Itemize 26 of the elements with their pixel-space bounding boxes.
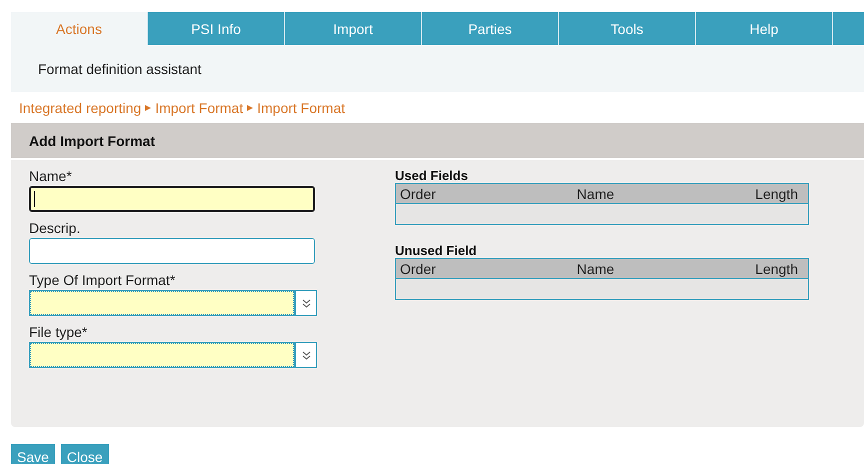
column-header: Length <box>755 260 798 276</box>
section-header: Add Import Format <box>11 123 864 158</box>
menu-tab[interactable]: Actions <box>11 12 148 45</box>
select-field[interactable] <box>29 290 317 316</box>
action-button[interactable]: Close <box>60 444 109 464</box>
select-field[interactable] <box>29 342 317 368</box>
table-title: Used Fields <box>395 168 469 183</box>
submenu-link[interactable]: Format definition assistant <box>38 60 202 76</box>
column-header: Order <box>400 186 436 202</box>
action-button[interactable]: Save <box>11 444 55 464</box>
field-label: Name* <box>29 168 73 184</box>
column-header: Name <box>576 260 614 276</box>
table-title: Unused Field <box>395 243 478 258</box>
field-label: Type Of Import Format* <box>29 272 176 288</box>
breadcrumb-link[interactable]: Import Format <box>155 100 244 116</box>
chevron-down-icon <box>302 298 310 308</box>
breadcrumb-link[interactable]: Import Format <box>257 100 346 116</box>
column-header: Name <box>576 186 614 202</box>
breadcrumb-separator-icon <box>247 105 254 111</box>
breadcrumb-link[interactable]: Integrated reporting <box>19 100 142 116</box>
column-header: Order <box>400 260 436 276</box>
chevron-down-icon <box>302 350 310 360</box>
field-label: Descrip. <box>29 220 82 236</box>
breadcrumb-separator-icon <box>145 105 152 111</box>
column-header: Length <box>755 186 798 202</box>
field-label: File type* <box>29 324 88 340</box>
